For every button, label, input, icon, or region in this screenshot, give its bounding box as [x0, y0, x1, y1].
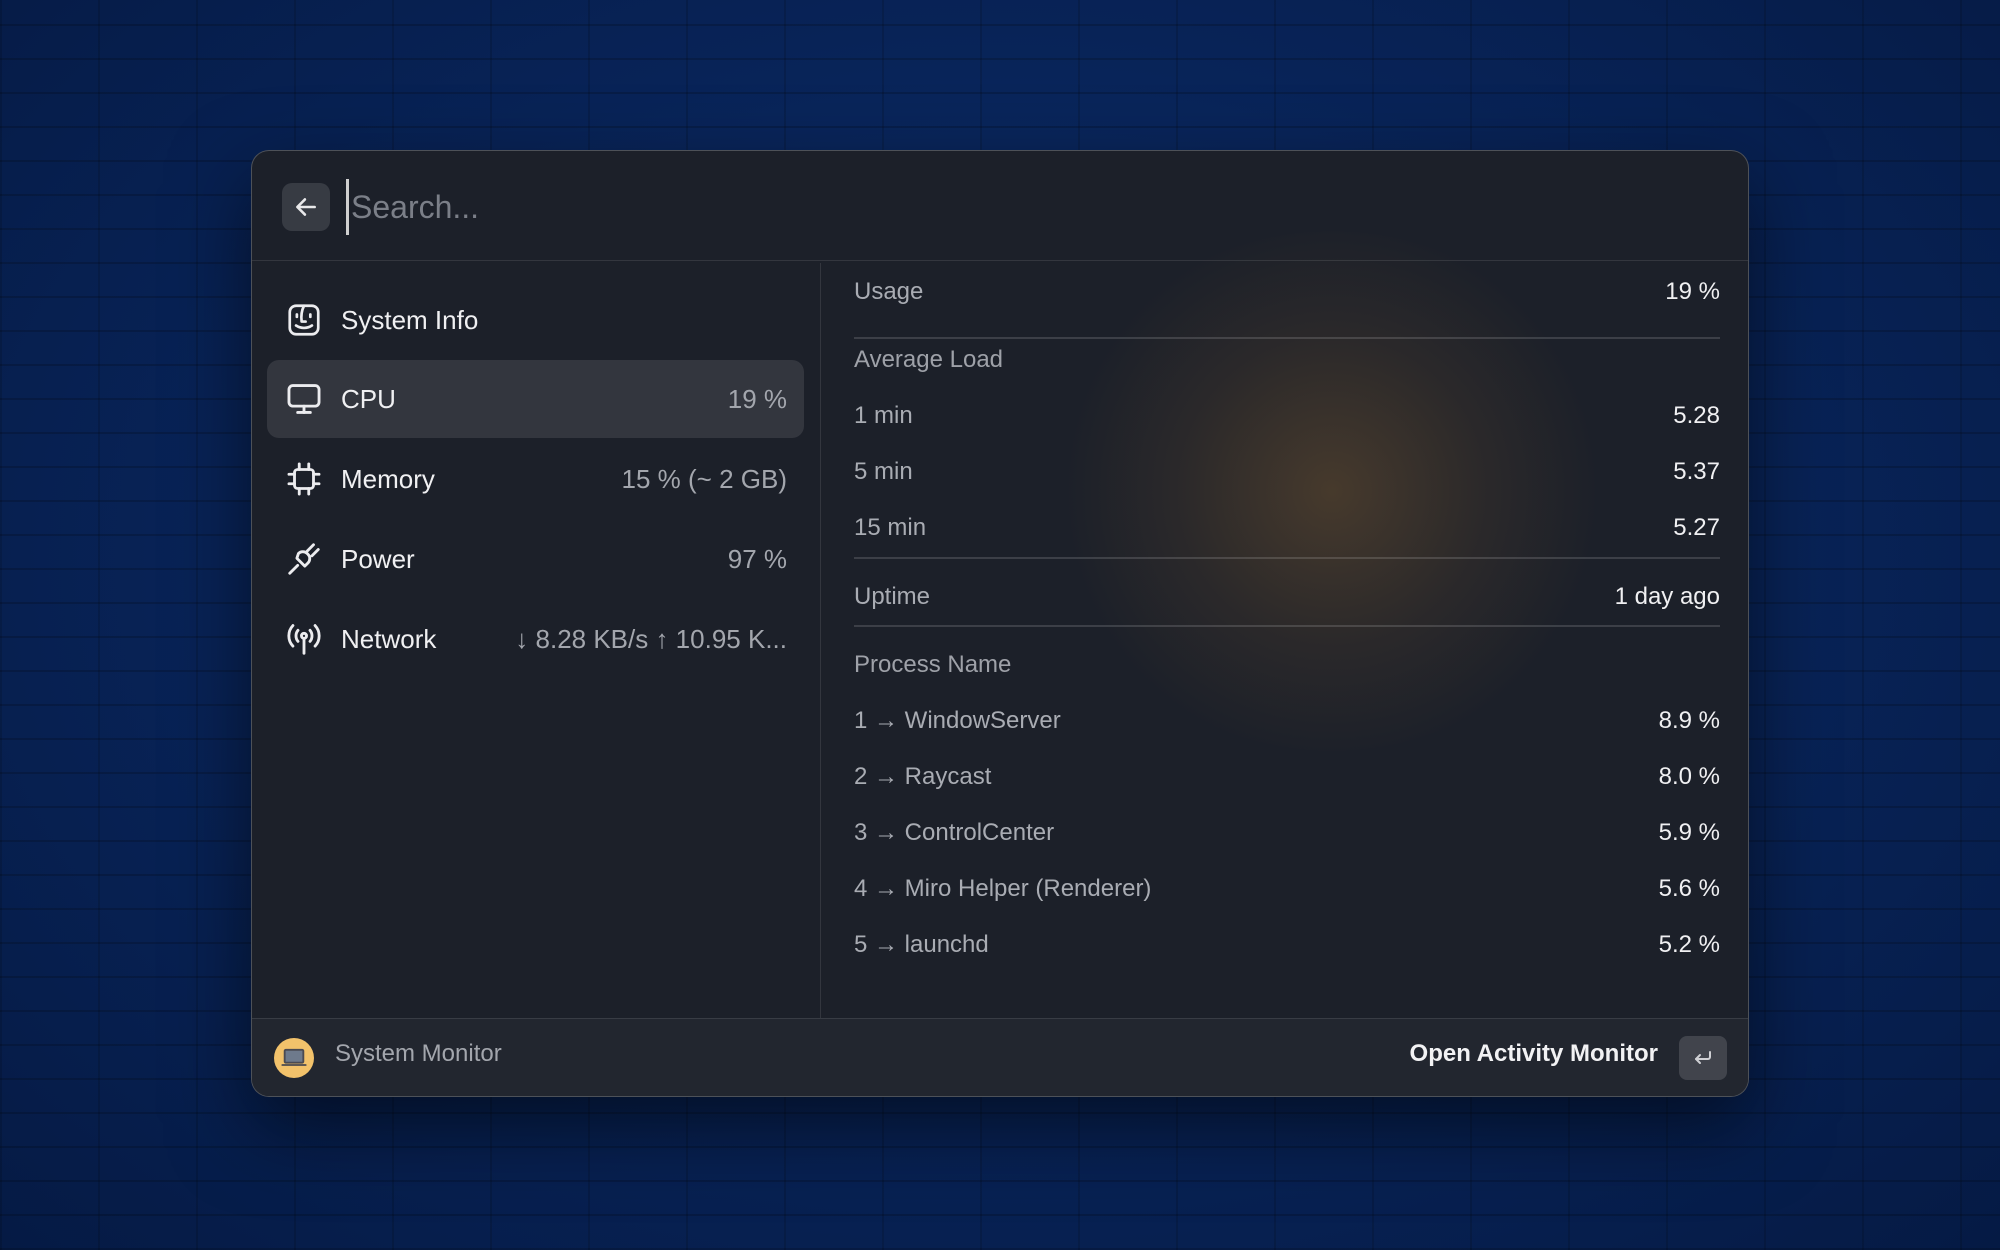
process-row: 5 → launchd 5.2 %	[854, 925, 1720, 965]
return-key-icon[interactable]	[1679, 1036, 1727, 1080]
search-bar	[252, 151, 1748, 261]
process-name: 5 → launchd	[854, 931, 989, 958]
process-header: Process Name	[854, 645, 1720, 685]
process-usage: 5.2 %	[1658, 931, 1720, 958]
load-row-1min: 1 min 5.28	[854, 396, 1720, 436]
search-input[interactable]	[346, 179, 1646, 235]
launcher-window: System Info CPU 19 % Memory 15 % (~ 2 G	[251, 150, 1749, 1097]
sidebar-item-power[interactable]: Power 97 %	[267, 520, 804, 598]
sidebar-item-label: Power	[341, 543, 415, 574]
divider	[854, 625, 1720, 627]
open-activity-monitor-button[interactable]: Open Activity Monitor	[1410, 1040, 1658, 1068]
process-name-title: Process Name	[854, 651, 1012, 678]
process-usage: 8.0 %	[1658, 763, 1720, 790]
laptop-icon	[274, 1038, 314, 1078]
sidebar-item-system-info[interactable]: System Info	[267, 281, 804, 359]
load-row-5min: 5 min 5.37	[854, 452, 1720, 492]
process-usage: 5.9 %	[1658, 819, 1720, 846]
sidebar: System Info CPU 19 % Memory 15 % (~ 2 GB…	[252, 263, 821, 1018]
process-row: 1 → WindowServer 8.9 %	[854, 701, 1720, 741]
process-name: 2 → Raycast	[854, 763, 992, 790]
sidebar-item-cpu[interactable]: CPU 19 %	[267, 360, 804, 438]
sidebar-item-label: Network	[341, 623, 437, 654]
load-row-15min: 15 min 5.27	[854, 508, 1720, 548]
process-row: 3 → ControlCenter 5.9 %	[854, 813, 1720, 853]
uptime-value: 1 day ago	[1614, 583, 1720, 610]
uptime-label: Uptime	[854, 583, 931, 610]
finder-icon	[284, 300, 324, 340]
detail-panel: Usage 19 % Average Load 1 min 5.28 5 min…	[823, 263, 1748, 1018]
process-row: 4 → Miro Helper (Renderer) 5.6 %	[854, 869, 1720, 909]
usage-row: Usage 19 %	[854, 272, 1720, 312]
back-button[interactable]	[282, 183, 330, 231]
sidebar-item-memory[interactable]: Memory 15 % (~ 2 GB)	[267, 440, 804, 518]
divider	[854, 337, 1720, 339]
antenna-icon	[284, 619, 324, 659]
divider	[854, 557, 1720, 559]
uptime-row: Uptime 1 day ago	[854, 577, 1720, 617]
load-value: 5.27	[1673, 514, 1720, 541]
load-label: 1 min	[854, 402, 913, 429]
process-name: 1 → WindowServer	[854, 707, 1061, 734]
arrow-left-icon	[296, 198, 316, 216]
load-value: 5.37	[1673, 458, 1720, 485]
process-name: 4 → Miro Helper (Renderer)	[854, 875, 1152, 902]
sidebar-item-label: System Info	[341, 304, 479, 335]
sidebar-item-label: Memory	[341, 463, 435, 494]
chip-icon	[284, 459, 324, 499]
sidebar-item-label: CPU	[341, 383, 396, 414]
load-value: 5.28	[1673, 402, 1720, 429]
extension-title: System Monitor	[335, 1040, 502, 1067]
usage-value: 19 %	[1665, 278, 1720, 305]
average-load-header: Average Load	[854, 340, 1720, 380]
load-label: 5 min	[854, 458, 913, 485]
process-name: 3 → ControlCenter	[854, 819, 1055, 846]
sidebar-item-value: 15 % (~ 2 GB)	[621, 463, 787, 494]
sidebar-item-network[interactable]: Network ↓ 8.28 KB/s ↑ 10.95 K...	[267, 600, 804, 678]
process-usage: 8.9 %	[1658, 707, 1720, 734]
monitor-icon	[284, 379, 324, 419]
sidebar-item-value: 97 %	[727, 543, 787, 574]
sidebar-item-value: 19 %	[727, 383, 787, 414]
load-label: 15 min	[854, 514, 927, 541]
plug-icon	[284, 539, 324, 579]
process-usage: 5.6 %	[1658, 875, 1720, 902]
average-load-title: Average Load	[854, 346, 1004, 373]
usage-label: Usage	[854, 278, 924, 305]
sidebar-item-value: ↓ 8.28 KB/s ↑ 10.95 K...	[515, 623, 787, 654]
action-bar: System Monitor Open Activity Monitor	[252, 1018, 1748, 1096]
process-row: 2 → Raycast 8.0 %	[854, 757, 1720, 797]
